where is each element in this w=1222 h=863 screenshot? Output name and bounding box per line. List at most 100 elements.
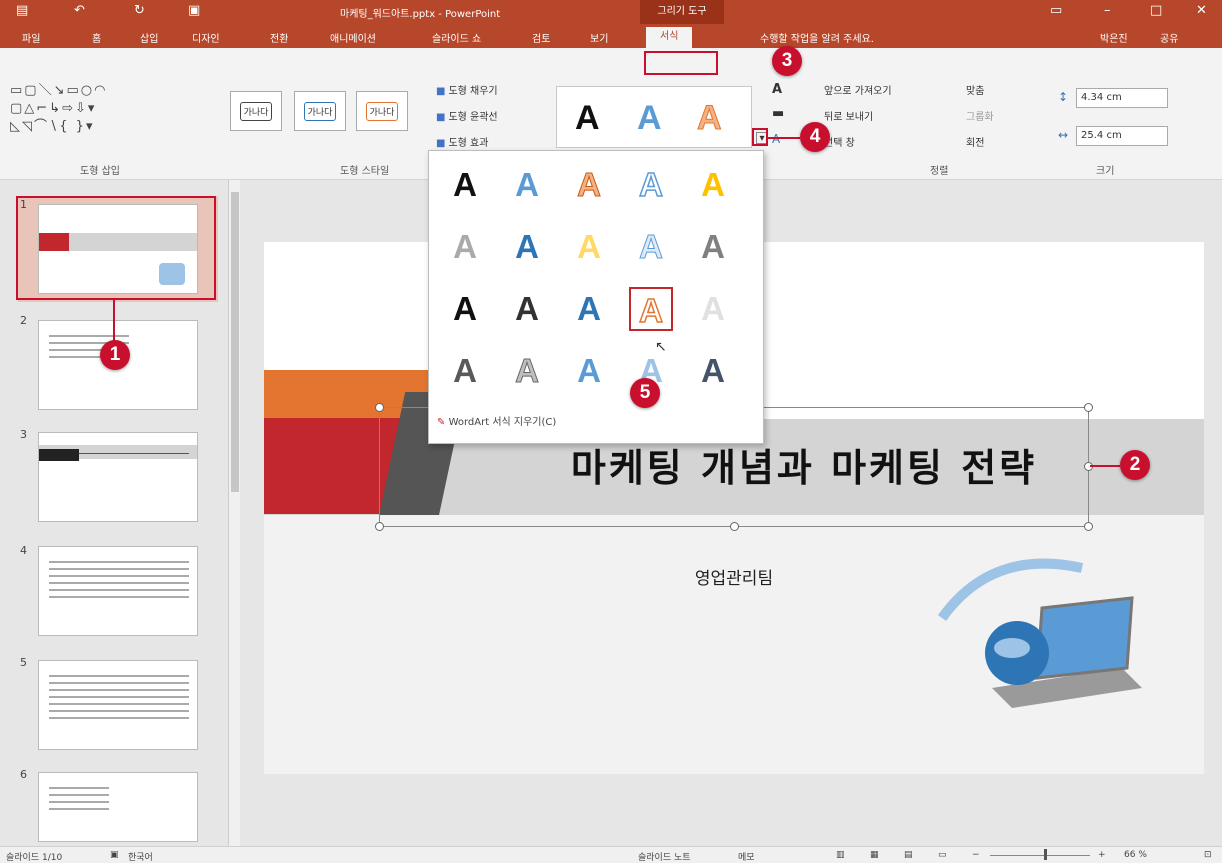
wordart-style-2[interactable]: A <box>505 163 549 207</box>
tab-insert[interactable]: 삽입 <box>140 30 158 45</box>
wordart-style-1[interactable]: A <box>443 163 487 207</box>
width-input[interactable]: 25.4 cm <box>1076 126 1168 146</box>
save-icon[interactable]: ▤ <box>16 3 28 18</box>
group-label-insert-shapes: 도형 삽입 <box>80 166 120 177</box>
align-button[interactable]: 맞춤 <box>966 82 984 97</box>
tab-slideshow[interactable]: 슬라이드 쇼 <box>432 30 481 45</box>
zoom-slider-thumb[interactable] <box>1044 849 1047 860</box>
spellcheck-icon[interactable]: ▣ <box>110 850 119 860</box>
user-name[interactable]: 박은진 <box>1100 30 1128 45</box>
wordart-style-4[interactable]: A <box>629 163 673 207</box>
resize-handle[interactable] <box>1084 403 1093 412</box>
scrollbar-thumb[interactable] <box>231 192 239 492</box>
slide-thumb-4[interactable] <box>38 546 198 636</box>
redo-icon[interactable]: ↻ <box>134 3 145 18</box>
resize-handle[interactable] <box>375 403 384 412</box>
rotate-button[interactable]: 회전 <box>966 134 984 149</box>
wordart-style-14-selected[interactable]: A <box>629 287 673 331</box>
clear-wordart-label: WordArt 서식 지우기(C) <box>448 417 557 428</box>
slide-thumb-5[interactable] <box>38 660 198 750</box>
slide-sorter-icon[interactable]: ▦ <box>870 850 879 860</box>
undo-icon[interactable]: ↶ <box>74 3 85 18</box>
shape-style-sample: 가나다 <box>239 101 273 121</box>
slideshow-view-icon[interactable]: ▭ <box>938 850 947 860</box>
text-effects-icon[interactable]: A <box>772 132 780 146</box>
text-outline-icon[interactable]: ▬ <box>772 106 784 121</box>
wordart-style-9[interactable]: A <box>629 225 673 269</box>
shape-style-2[interactable]: 가나다 <box>294 91 346 131</box>
group-label-arrange: 정렬 <box>930 166 949 177</box>
tab-home[interactable]: 홈 <box>92 30 101 45</box>
shape-effects-button[interactable]: 도형 효과 <box>436 134 488 149</box>
group-button[interactable]: 그룹화 <box>966 108 994 123</box>
wordart-style-12[interactable]: A <box>505 287 549 331</box>
notes-button[interactable]: 슬라이드 노트 <box>638 850 691 863</box>
tab-review[interactable]: 검토 <box>532 30 550 45</box>
minimize-icon[interactable]: – <box>1104 3 1111 18</box>
slide-subtitle[interactable]: 영업관리팀 <box>594 564 874 589</box>
language-indicator[interactable]: 한국어 <box>128 850 153 863</box>
shapes-gallery[interactable]: ▭▢＼↘▭○◠ ▢△⌐↳⇨⇩▾ ◺◹⌒∖{ }▾ <box>10 82 200 136</box>
group-label-size: 크기 <box>1096 166 1115 177</box>
wordart-style-16[interactable]: A <box>443 349 487 393</box>
callout-5: 5 <box>630 378 660 408</box>
slide-thumb-3[interactable] <box>38 432 198 522</box>
zoom-in-icon[interactable]: + <box>1098 850 1106 860</box>
ribbon-display-icon[interactable]: ▭ <box>1050 3 1062 18</box>
wordart-style-17[interactable]: A <box>505 349 549 393</box>
tab-format[interactable]: 서식 <box>646 27 693 48</box>
tab-file[interactable]: 파일 <box>22 30 40 45</box>
wordart-quick-styles[interactable]: A A A <box>556 86 752 148</box>
slide-thumb-6[interactable] <box>38 772 198 842</box>
tab-design[interactable]: 디자인 <box>192 30 220 45</box>
tab-view[interactable]: 보기 <box>590 30 608 45</box>
wordart-preview-1[interactable]: A <box>575 99 600 138</box>
resize-handle[interactable] <box>1084 522 1093 531</box>
wordart-style-8[interactable]: A <box>567 225 611 269</box>
tab-transitions[interactable]: 전환 <box>270 30 288 45</box>
height-icon: ↕ <box>1058 90 1069 104</box>
reading-view-icon[interactable]: ▤ <box>904 850 913 860</box>
normal-view-icon[interactable]: ▥ <box>836 850 845 860</box>
zoom-out-icon[interactable]: − <box>972 850 980 860</box>
share-button[interactable]: 공유 <box>1160 30 1178 45</box>
zoom-level[interactable]: 66 % <box>1124 850 1147 860</box>
height-input[interactable]: 4.34 cm <box>1076 88 1168 108</box>
comments-button[interactable]: 메모 <box>738 850 755 863</box>
ribbon-tabs: 파일 홈 삽입 디자인 전환 애니메이션 슬라이드 쇼 검토 보기 서식 수행할… <box>0 24 1222 48</box>
wordart-style-20[interactable]: A <box>691 349 735 393</box>
wordart-style-11[interactable]: A <box>443 287 487 331</box>
shape-style-1[interactable]: 가나다 <box>230 91 282 131</box>
fit-to-window-icon[interactable]: ⊡ <box>1204 850 1212 860</box>
wordart-style-10[interactable]: A <box>691 225 735 269</box>
shape-outline-button[interactable]: 도형 윤곽선 <box>436 108 497 123</box>
clear-wordart-button[interactable]: ✎ WordArt 서식 지우기(C) <box>437 413 556 428</box>
resize-handle[interactable] <box>375 522 384 531</box>
maximize-icon[interactable]: □ <box>1150 3 1162 18</box>
wordart-style-3[interactable]: A <box>567 163 611 207</box>
status-bar: 슬라이드 1/10 ▣ 한국어 슬라이드 노트 메모 ▥ ▦ ▤ ▭ − + 6… <box>0 846 1222 863</box>
thumb-number: 5 <box>20 656 27 669</box>
wordart-style-18[interactable]: A <box>567 349 611 393</box>
close-icon[interactable]: ✕ <box>1196 3 1207 18</box>
shape-fill-button[interactable]: 도형 채우기 <box>436 82 497 97</box>
text-fill-icon[interactable]: A <box>772 82 782 97</box>
wordart-style-15[interactable]: A <box>691 287 735 331</box>
wordart-preview-3[interactable]: A <box>697 99 723 138</box>
bring-forward-button[interactable]: 앞으로 가져오기 <box>824 82 892 97</box>
present-icon[interactable]: ▣ <box>188 3 200 18</box>
thumbnail-scrollbar[interactable] <box>228 180 240 846</box>
wordart-style-6[interactable]: A <box>443 225 487 269</box>
shape-style-3[interactable]: 가나다 <box>356 91 408 131</box>
tell-me-search[interactable]: 수행할 작업을 알려 주세요. <box>760 30 874 45</box>
zoom-slider[interactable] <box>990 855 1090 856</box>
callout-line <box>113 300 115 342</box>
wordart-preview-2[interactable]: A <box>637 99 662 138</box>
wordart-style-5[interactable]: A <box>691 163 735 207</box>
tab-animations[interactable]: 애니메이션 <box>330 30 376 45</box>
wordart-style-13[interactable]: A <box>567 287 611 331</box>
resize-handle[interactable] <box>730 522 739 531</box>
send-backward-button[interactable]: 뒤로 보내기 <box>824 108 873 123</box>
wordart-style-7[interactable]: A <box>505 225 549 269</box>
shape-style-sample: 가나다 <box>303 101 337 121</box>
